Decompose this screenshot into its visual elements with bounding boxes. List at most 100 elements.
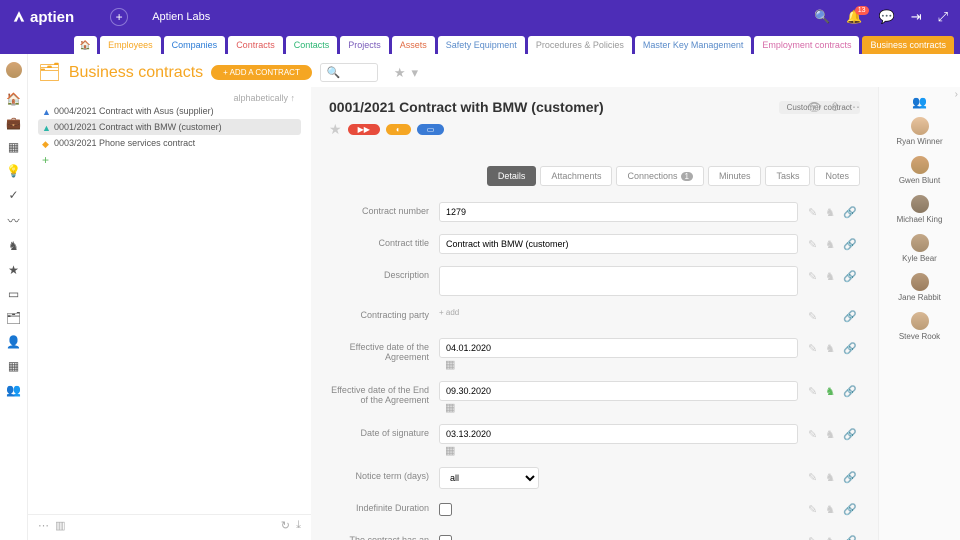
tab-employees[interactable]: Employees <box>100 36 161 54</box>
edit-icon[interactable]: ✎ <box>808 342 817 355</box>
tab-connections[interactable]: Connections1 <box>616 166 704 186</box>
list-menu-icon[interactable]: ⋯ <box>38 519 49 532</box>
rail-home-icon[interactable]: 🏠 <box>6 92 21 106</box>
edit-icon[interactable]: ✎ <box>808 310 817 323</box>
rail-bulb-icon[interactable]: 💡 <box>6 164 21 178</box>
horse-icon[interactable]: ♞ <box>825 238 835 251</box>
tab-contacts[interactable]: Contacts <box>286 36 338 54</box>
link-icon[interactable]: 🔗 <box>843 503 857 516</box>
list-search[interactable]: 🔍 <box>320 63 378 82</box>
link-icon[interactable]: 🔗 <box>843 471 857 484</box>
rail-star-icon[interactable]: ★ <box>8 263 19 277</box>
tab-procedures[interactable]: Procedures & Policies <box>528 36 632 54</box>
edit-icon[interactable]: ✎ <box>808 503 817 516</box>
select-notice[interactable]: all <box>439 467 539 489</box>
link-icon[interactable]: 🔗 <box>843 270 857 283</box>
sort-label[interactable]: alphabetically <box>233 93 288 103</box>
list-download-icon[interactable]: ⤓ <box>296 519 301 532</box>
horse-icon[interactable]: ♞ <box>825 385 835 398</box>
rail-book-icon[interactable]: ▭ <box>8 287 19 301</box>
add-contract-button[interactable]: + ADD A CONTRACT <box>211 65 312 80</box>
collapse-icon[interactable]: › <box>955 89 958 100</box>
list-chart-icon[interactable]: ▥ <box>55 519 65 532</box>
rail-person-icon[interactable]: 👤 <box>6 335 21 349</box>
add-list-item[interactable]: + <box>38 151 301 169</box>
edit-icon[interactable]: ✎ <box>808 535 817 540</box>
list-item[interactable]: ▲0004/2021 Contract with Asus (supplier) <box>38 103 301 119</box>
rail-people-icon[interactable]: 👥 <box>6 383 21 397</box>
share-icon[interactable]: ⇪ <box>830 100 840 114</box>
tab-companies[interactable]: Companies <box>164 36 226 54</box>
tab-assets[interactable]: Assets <box>392 36 435 54</box>
tab-attachments[interactable]: Attachments <box>540 166 612 186</box>
input-contract-number[interactable] <box>439 202 798 222</box>
tag-yellow[interactable]: ◐ <box>386 124 411 135</box>
tab-home[interactable]: 🏠 <box>74 36 97 54</box>
edit-icon[interactable]: ✎ <box>808 238 817 251</box>
link-icon[interactable]: 🔗 <box>843 206 857 219</box>
link-icon[interactable]: 🔗 <box>843 385 857 398</box>
search-icon[interactable]: 🔍 <box>814 9 830 25</box>
more-icon[interactable]: ⋯ <box>848 100 860 114</box>
input-contract-title[interactable] <box>439 234 798 254</box>
tab-tasks[interactable]: Tasks <box>765 166 810 186</box>
rail-activity-icon[interactable]: 〰 <box>7 212 19 229</box>
input-eff-date[interactable] <box>439 338 798 358</box>
tab-biz-contracts[interactable]: Business contracts <box>862 36 954 54</box>
input-end-date[interactable] <box>439 381 798 401</box>
add-party-link[interactable]: + add <box>439 308 459 317</box>
link-icon[interactable]: 🔗 <box>843 238 857 251</box>
edit-icon[interactable]: ✎ <box>808 385 817 398</box>
list-item[interactable]: ◆0003/2021 Phone services contract <box>38 135 301 151</box>
rail-check-icon[interactable]: ✓ <box>8 188 18 202</box>
rail-horse-icon[interactable]: ♞ <box>8 239 19 253</box>
edit-icon[interactable]: ✎ <box>808 206 817 219</box>
rail-grid-icon[interactable]: ▦ <box>8 359 19 373</box>
person-item[interactable]: Steve Rook <box>883 312 956 341</box>
list-refresh-icon[interactable]: ↻ <box>281 519 290 532</box>
input-description[interactable] <box>439 266 798 296</box>
tag-blue[interactable]: ▭ <box>417 124 445 135</box>
filter-icon[interactable]: ▾ <box>411 65 418 81</box>
tab-master-key[interactable]: Master Key Management <box>635 36 752 54</box>
horse-icon[interactable]: ♞ <box>825 535 835 540</box>
link-icon[interactable]: 🔗 <box>843 310 857 323</box>
star-icon[interactable]: ★ <box>329 121 342 138</box>
calendar-icon[interactable]: ▦ <box>445 359 455 371</box>
tab-safety[interactable]: Safety Equipment <box>438 36 525 54</box>
chat-icon[interactable]: 💬 <box>879 9 895 25</box>
person-item[interactable]: Ryan Winner <box>883 117 956 146</box>
edit-icon[interactable]: ✎ <box>808 471 817 484</box>
link-icon[interactable]: 🔗 <box>843 342 857 355</box>
visibility-icon[interactable]: 👁 <box>807 100 822 114</box>
calendar-icon[interactable]: ▦ <box>445 402 455 414</box>
tab-emp-contracts[interactable]: Employment contracts <box>754 36 859 54</box>
person-item[interactable]: Gwen Blunt <box>883 156 956 185</box>
add-global-button[interactable]: + <box>110 8 128 26</box>
rail-briefcase-icon[interactable]: 💼 <box>6 116 21 130</box>
horse-icon[interactable]: ♞ <box>825 270 835 283</box>
tag-red[interactable]: ▶▶ <box>348 124 380 135</box>
person-item[interactable]: Kyle Bear <box>883 234 956 263</box>
fullscreen-icon[interactable]: ⤢ <box>938 9 948 25</box>
tab-contracts[interactable]: Contracts <box>228 36 283 54</box>
tab-notes[interactable]: Notes <box>814 166 860 186</box>
person-item[interactable]: Jane Rabbit <box>883 273 956 302</box>
user-avatar[interactable] <box>6 62 22 78</box>
edit-icon[interactable]: ✎ <box>808 270 817 283</box>
rail-folder-icon[interactable]: 🗂 <box>6 311 21 325</box>
checkbox-indef[interactable] <box>439 503 452 516</box>
link-icon[interactable]: 🔗 <box>843 535 857 540</box>
notifications-icon[interactable]: 🔔13 <box>846 9 862 25</box>
input-sig-date[interactable] <box>439 424 798 444</box>
brand-logo[interactable]: aptien <box>12 9 74 26</box>
people-header-icon[interactable]: 👥 <box>883 95 956 109</box>
person-item[interactable]: Michael King <box>883 195 956 224</box>
horse-icon[interactable]: ♞ <box>825 503 835 516</box>
horse-icon[interactable]: ♞ <box>825 206 835 219</box>
edit-icon[interactable]: ✎ <box>808 428 817 441</box>
tab-minutes[interactable]: Minutes <box>708 166 762 186</box>
tab-details[interactable]: Details <box>487 166 537 186</box>
tab-projects[interactable]: Projects <box>340 36 389 54</box>
horse-icon[interactable]: ♞ <box>825 471 835 484</box>
